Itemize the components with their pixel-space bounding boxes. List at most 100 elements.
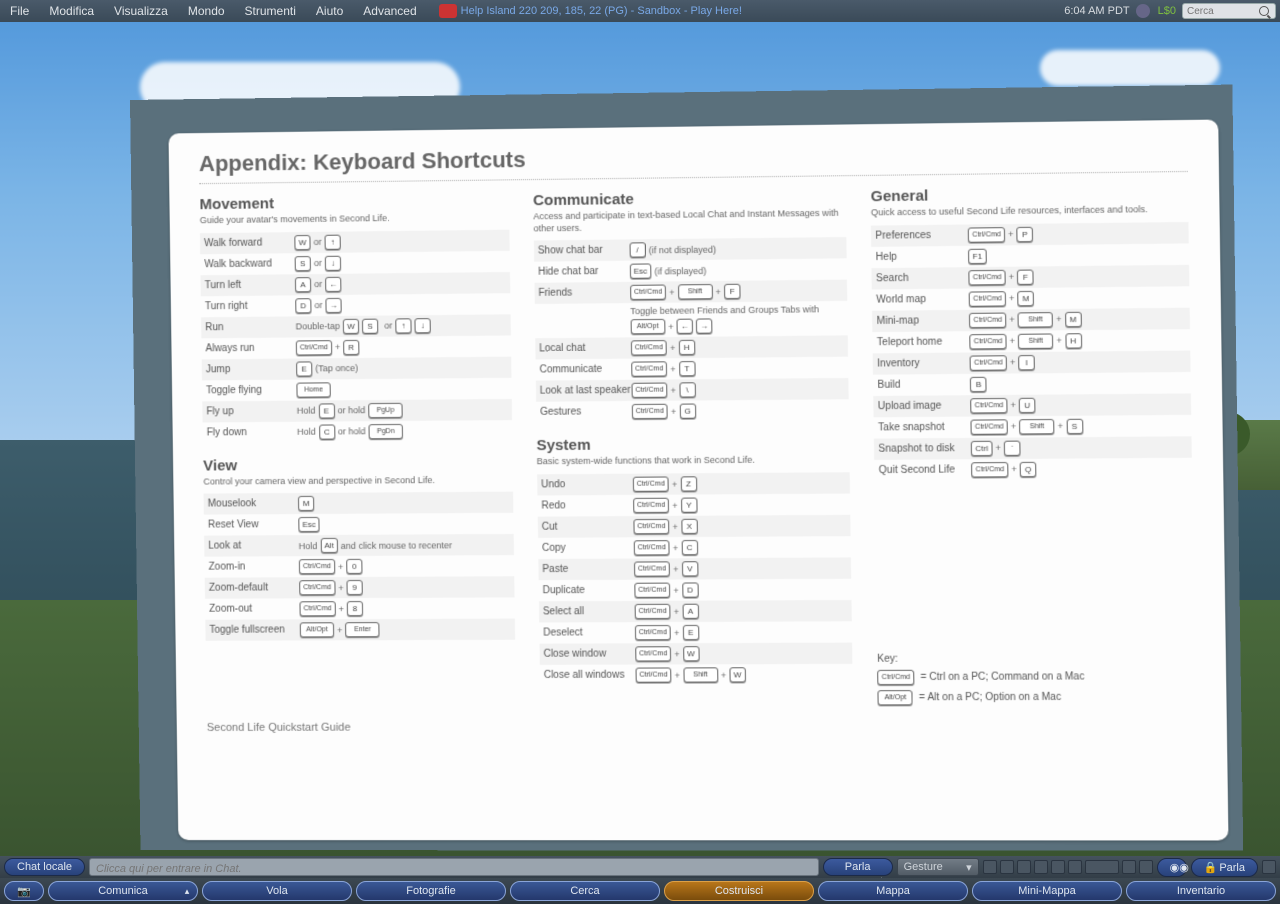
toolbar-mini-mappa[interactable]: Mini-Mappa [972,881,1122,901]
menu-visualizza[interactable]: Visualizza [104,4,178,18]
toolbar-costruisci[interactable]: Costruisci [664,881,814,901]
search-input[interactable] [1187,6,1259,17]
shortcut-keys: Ctrl/Cmd+Shift+F [630,283,844,300]
chat-locale-button[interactable]: Chat locale [4,858,85,876]
toolbar-inventario[interactable]: Inventario [1126,881,1276,901]
shortcut-label: Hide chat bar [538,266,630,278]
keycap: Home [296,382,330,397]
shortcut-row: Duplicate Ctrl/Cmd+D [538,579,852,602]
shortcut-label: Local chat [539,343,631,355]
play-icon[interactable] [1000,860,1014,874]
location-text[interactable]: Help Island 220 209, 185, 22 (PG) - Sand… [461,5,742,17]
expand-up2-icon[interactable] [1262,860,1276,874]
parla2-button[interactable]: 🔒Parla [1191,858,1258,877]
shortcut-keys: Ctrl+` [971,439,1187,456]
camera-icon-button[interactable]: 📷 [4,881,44,901]
keycap: Esc [629,264,651,279]
menu-file[interactable]: File [0,4,39,18]
doc-footer: Second Life Quickstart Guide [207,720,1196,734]
keycap: Ctrl/Cmd [634,604,671,619]
keycap: PgUp [368,403,403,418]
stop2-icon[interactable] [1068,860,1082,874]
keycap: Ctrl [971,440,992,455]
shortcut-label: Copy [542,542,634,554]
network-icon[interactable] [1136,4,1150,18]
chat-input[interactable] [90,862,818,876]
stop-icon[interactable] [1017,860,1031,874]
shortcut-row: Build B [873,372,1191,396]
shortcut-label: Close all windows [544,670,636,681]
keycap: Ctrl/Cmd [969,270,1006,286]
keycap: ← [325,276,341,291]
shortcut-label: Zoom-out [209,604,300,615]
menu-aiuto[interactable]: Aiuto [306,4,353,18]
shortcut-row: Jump E(Tap once) [202,356,511,380]
chat-bar: Chat locale Parla▴ Gesture▾ ◉◉ 🔒Parla [0,856,1280,878]
keycap: Ctrl/Cmd [633,540,670,555]
toolbar-fotografie[interactable]: Fotografie [356,881,506,901]
parla-button[interactable]: Parla▴ [823,858,893,876]
menu-mondo[interactable]: Mondo [178,4,235,18]
keycap: Ctrl/Cmd [634,561,671,576]
keycap: A [295,277,311,292]
shortcut-row: Mini-map Ctrl/Cmd+Shift+M [872,307,1190,331]
shortcut-keys: HoldEor holdPgUp [297,402,508,419]
shortcut-keys: Ctrl/Cmd+Shift+W [635,667,849,683]
shortcut-row: Toggle between Friends and Groups Tabs w… [534,301,848,338]
shortcut-label: Paste [542,564,634,576]
keycap: Ctrl/Cmd [970,334,1007,350]
chevron-up-icon[interactable]: ▴ [181,885,193,897]
section-title: Movement [199,192,508,213]
search-box[interactable] [1182,3,1276,19]
shortcut-label: World map [876,293,969,305]
expand-up-icon[interactable] [1139,860,1153,874]
shortcut-label: Turn right [205,300,296,312]
keycap: Ctrl/Cmd [635,668,672,683]
media-icon[interactable] [1034,860,1048,874]
toolbar-mappa[interactable]: Mappa [818,881,968,901]
shortcut-keys: /(if not displayed) [629,240,843,258]
shortcut-row: Fly down HoldCor holdPgDn [203,420,512,443]
shortcut-row: Turn right Dor→ [201,293,510,317]
menu-strumenti[interactable]: Strumenti [235,4,306,18]
keycap: F1 [968,248,986,263]
keycap: Ctrl/Cmd [633,498,670,513]
location-icon[interactable] [439,4,457,18]
keycap: ↑ [325,234,341,249]
toolbar-cerca[interactable]: Cerca [510,881,660,901]
voice-toggle[interactable]: ◉◉ [1157,858,1187,877]
shortcut-row: Upload image Ctrl/Cmd+U [874,393,1192,417]
keycap: ↑ [395,318,411,333]
chat-input-wrap[interactable] [89,858,819,876]
keycap: H [678,340,695,355]
toolbar-vola[interactable]: Vola [202,881,352,901]
shortcut-keys: Ctrl/Cmd+F [969,268,1185,286]
in-world-prim[interactable]: Appendix: Keyboard Shortcuts MovementGui… [130,85,1243,851]
gesture-dropdown[interactable]: Gesture▾ [897,858,979,876]
music-icon[interactable] [983,860,997,874]
shortcut-label: Close window [543,648,635,659]
play2-icon[interactable] [1051,860,1065,874]
shortcut-row: Zoom-in Ctrl/Cmd+0 [204,555,513,578]
keycap: Shift [1019,419,1054,435]
keycap: Alt [320,538,338,553]
speaker-icon[interactable] [1122,860,1136,874]
search-icon[interactable] [1259,6,1269,16]
volume-slider[interactable] [1085,860,1119,874]
menu-advanced[interactable]: Advanced [353,4,426,18]
shortcut-keys: Esc [298,516,509,532]
shortcut-label: Mouselook [208,498,299,510]
keycap: R [343,340,359,355]
shortcut-label [539,321,631,322]
shortcut-label: Help [876,251,969,263]
section-desc: Access and participate in text-based Loc… [533,208,846,235]
keycap: E [682,625,699,640]
shortcut-label: Snapshot to disk [878,443,971,455]
toolbar-comunica[interactable]: Comunica▴ [48,881,198,901]
balance[interactable]: L$0 [1158,5,1176,17]
shortcut-keys: Ctrl/Cmd+9 [299,580,510,596]
keycap: S [295,256,311,271]
keycap: W [343,318,359,333]
menu-modifica[interactable]: Modifica [39,4,104,18]
shortcut-row: Reset View Esc [204,513,513,536]
